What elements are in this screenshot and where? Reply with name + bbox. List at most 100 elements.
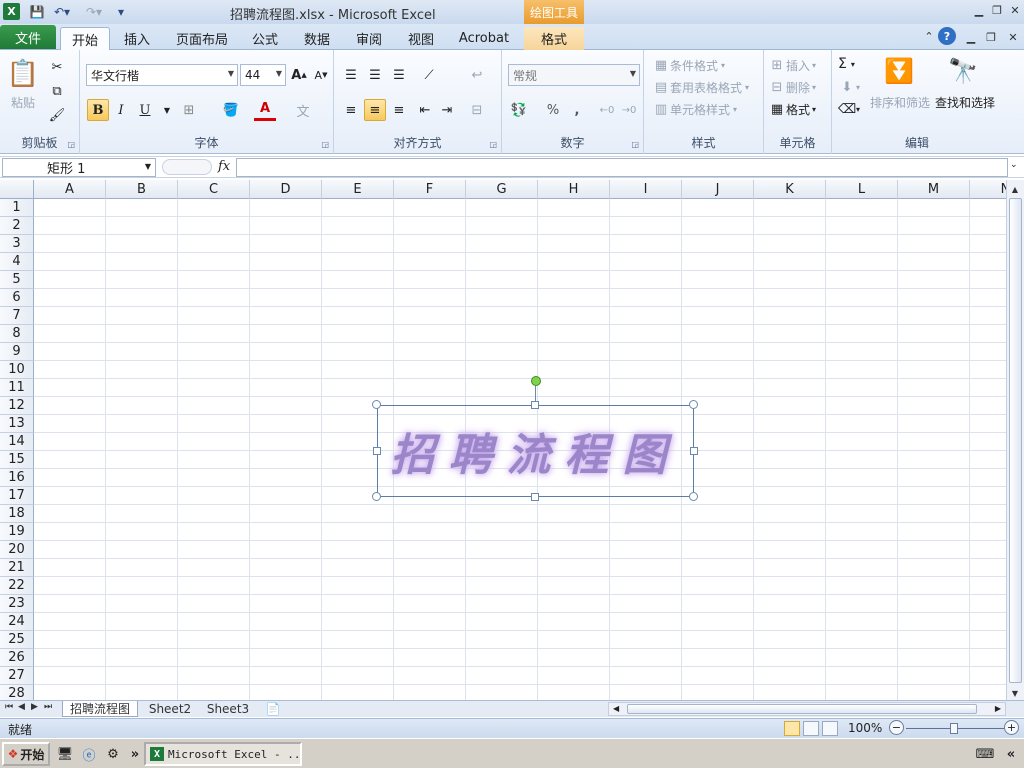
workbook-close-icon[interactable]: ✕	[1004, 29, 1022, 45]
row-header[interactable]: 10	[0, 361, 34, 379]
resize-handle-bottom-right[interactable]	[689, 492, 698, 501]
align-right-icon[interactable]: ≡	[388, 99, 410, 121]
expand-formula-icon[interactable]: ⌄	[1010, 160, 1018, 170]
taskbar-excel-button[interactable]: X Microsoft Excel - ...	[144, 742, 302, 766]
alignment-launcher-icon[interactable]: ◲	[489, 140, 497, 149]
row-header[interactable]: 4	[0, 253, 34, 271]
font-launcher-icon[interactable]: ◲	[321, 140, 329, 149]
insert-sheet-icon[interactable]: 📄	[262, 701, 284, 717]
sheet-tab-sheet2[interactable]: Sheet2	[144, 701, 196, 717]
row-header[interactable]: 18	[0, 505, 34, 523]
clear-icon[interactable]: ⌫ ▾	[838, 100, 860, 118]
workbook-minimize-icon[interactable]: ▁	[962, 29, 980, 45]
next-sheet-icon[interactable]: ▶	[31, 702, 38, 712]
copy-icon[interactable]: ⧉	[48, 82, 66, 100]
row-header[interactable]: 15	[0, 451, 34, 469]
delete-cells-button[interactable]: ⊟ 删除 ▾	[768, 78, 816, 96]
column-header[interactable]: M	[898, 180, 970, 199]
column-header[interactable]: F	[394, 180, 466, 199]
row-header[interactable]: 17	[0, 487, 34, 505]
fill-icon[interactable]: ⬇ ▾	[838, 78, 860, 96]
row-header[interactable]: 24	[0, 613, 34, 631]
row-header[interactable]: 25	[0, 631, 34, 649]
comma-button[interactable]: ,	[566, 99, 588, 121]
row-header[interactable]: 27	[0, 667, 34, 685]
horizontal-scroll-thumb[interactable]	[627, 704, 977, 714]
row-header[interactable]: 7	[0, 307, 34, 325]
find-binoculars-icon[interactable]: 🔭	[948, 54, 978, 88]
sort-filter-label[interactable]: 排序和筛选	[870, 94, 930, 111]
row-header[interactable]: 22	[0, 577, 34, 595]
column-header[interactable]: N	[970, 180, 1006, 199]
workbook-restore-icon[interactable]: ❐	[982, 29, 1000, 45]
decrease-decimal-icon[interactable]: →0	[618, 99, 640, 121]
horizontal-scrollbar[interactable]: ◀ ▶	[608, 702, 1006, 716]
row-header[interactable]: 13	[0, 415, 34, 433]
italic-button[interactable]: I	[110, 99, 132, 121]
row-header[interactable]: 12	[0, 397, 34, 415]
underline-button[interactable]: U	[134, 99, 156, 121]
phonetic-icon[interactable]: 文	[292, 99, 314, 121]
number-launcher-icon[interactable]: ◲	[631, 140, 639, 149]
restore-icon[interactable]: ❐	[988, 2, 1006, 18]
border-icon[interactable]: ⊞	[178, 99, 200, 121]
format-painter-icon[interactable]: 🖌	[48, 106, 66, 124]
column-header[interactable]: D	[250, 180, 322, 199]
zoom-out-button[interactable]: −	[889, 720, 904, 735]
wrap-text-icon[interactable]: ↩	[466, 64, 488, 86]
rectangle-shape[interactable]: 招聘流程图	[377, 405, 694, 497]
row-header[interactable]: 21	[0, 559, 34, 577]
quicklaunch-ie-icon[interactable]: ⓔ	[80, 745, 98, 764]
undo-icon[interactable]: ↶▾	[50, 3, 74, 21]
quicklaunch-app-icon[interactable]: ⚙	[104, 745, 122, 763]
tab-home[interactable]: 开始	[60, 27, 110, 50]
resize-handle-right[interactable]	[690, 447, 698, 455]
resize-handle-bottom[interactable]	[531, 493, 539, 501]
page-layout-view-icon[interactable]	[803, 721, 819, 736]
help-icon[interactable]: ?	[938, 27, 956, 45]
conditional-format-button[interactable]: ▦ 条件格式 ▾	[652, 56, 725, 74]
row-header[interactable]: 20	[0, 541, 34, 559]
underline-dropdown-icon[interactable]: ▼	[156, 99, 178, 121]
tab-page-layout[interactable]: 页面布局	[170, 27, 234, 50]
column-header[interactable]: H	[538, 180, 610, 199]
column-header[interactable]: A	[34, 180, 106, 199]
vertical-scrollbar[interactable]: ▲ ▼	[1006, 180, 1024, 702]
tab-format[interactable]: 格式	[524, 27, 584, 50]
font-color-button[interactable]: A	[254, 99, 276, 121]
resize-handle-bottom-left[interactable]	[372, 492, 381, 501]
paste-label[interactable]: 粘贴	[11, 94, 35, 111]
formula-expand-control[interactable]	[162, 159, 212, 175]
tab-insert[interactable]: 插入	[114, 27, 160, 50]
increase-decimal-icon[interactable]: ←0	[596, 99, 618, 121]
shape-text[interactable]: 招聘流程图	[378, 406, 693, 496]
row-header[interactable]: 1	[0, 199, 34, 217]
resize-handle-top[interactable]	[531, 401, 539, 409]
merge-center-icon[interactable]: ⊟	[466, 99, 488, 121]
find-select-label[interactable]: 查找和选择	[935, 94, 995, 111]
font-size-select[interactable]: 44 ▼	[240, 64, 286, 86]
scroll-down-icon[interactable]: ▼	[1007, 686, 1023, 700]
resize-handle-top-right[interactable]	[689, 400, 698, 409]
cut-icon[interactable]: ✂	[48, 58, 66, 76]
format-cells-button[interactable]: ▦ 格式 ▾	[768, 100, 816, 118]
currency-icon[interactable]: 💱	[508, 99, 530, 121]
sheet-tab-recruitment[interactable]: 招聘流程图	[62, 701, 138, 717]
align-center-icon[interactable]: ≡	[364, 99, 386, 121]
sheet-tab-sheet3[interactable]: Sheet3	[202, 701, 254, 717]
excel-logo-icon[interactable]: X	[3, 3, 20, 20]
align-middle-icon[interactable]: ☰	[364, 64, 386, 86]
sort-filter-icon[interactable]: ⏬	[884, 54, 914, 88]
clipboard-launcher-icon[interactable]: ◲	[67, 140, 75, 149]
tab-view[interactable]: 视图	[400, 27, 442, 50]
column-header[interactable]: E	[322, 180, 394, 199]
column-header[interactable]: C	[178, 180, 250, 199]
row-header[interactable]: 8	[0, 325, 34, 343]
last-sheet-icon[interactable]: ⏭	[44, 702, 52, 712]
column-header[interactable]: I	[610, 180, 682, 199]
close-icon[interactable]: ✕	[1006, 2, 1024, 18]
column-header[interactable]: G	[466, 180, 538, 199]
row-header[interactable]: 3	[0, 235, 34, 253]
scroll-left-icon[interactable]: ◀	[613, 704, 619, 713]
cell-styles-button[interactable]: ▥ 单元格样式 ▾	[652, 100, 737, 118]
